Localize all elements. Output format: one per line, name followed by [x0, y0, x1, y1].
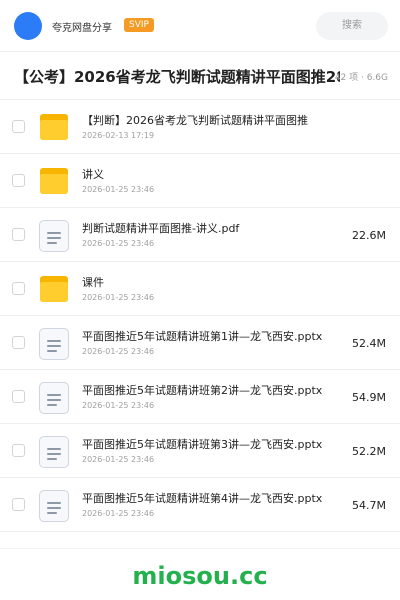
select-checkbox[interactable] — [12, 498, 25, 511]
select-checkbox[interactable] — [12, 282, 25, 295]
folder-titlebar: 【公考】2026省考龙飞判断试题精讲平面图推28 42 项 · 6.6G — [0, 52, 400, 100]
search-button[interactable]: 搜索 — [316, 12, 388, 40]
file-row[interactable]: 平面图推近5年试题精讲班第4讲—龙飞西安.pptx 2026-01-25 23:4… — [0, 478, 400, 532]
file-size: 22.6M — [352, 229, 386, 242]
file-row[interactable]: 平面图推近5年试题精讲班第3讲—龙飞西安.pptx 2026-01-25 23:4… — [0, 424, 400, 478]
folder-icon — [38, 274, 70, 306]
folder-icon — [38, 166, 70, 198]
select-checkbox[interactable] — [12, 336, 25, 349]
document-icon — [38, 490, 70, 522]
file-size: 54.9M — [352, 391, 386, 404]
file-name: 平面图推近5年试题精讲班第3讲—龙飞西安.pptx — [82, 438, 323, 451]
file-name: 平面图推近5年试题精讲班第4讲—龙飞西安.pptx — [82, 492, 323, 505]
select-checkbox[interactable] — [12, 228, 25, 241]
file-size: 52.4M — [352, 337, 386, 350]
select-checkbox[interactable] — [12, 390, 25, 403]
watermark-text: miosou.cc — [132, 562, 268, 590]
file-name: 平面图推近5年试题精讲班第1讲—龙飞西安.pptx — [82, 330, 323, 343]
file-date: 2026-01-25 23:46 — [82, 185, 155, 194]
folder-icon — [38, 112, 70, 144]
file-name: 课件 — [82, 276, 104, 289]
file-row[interactable]: 讲义 2026-01-25 23:46 — [0, 154, 400, 208]
avatar[interactable] — [14, 12, 42, 40]
svip-badge: SVIP — [124, 18, 154, 32]
file-name: 判断试题精讲平面图推-讲义.pdf — [82, 222, 240, 235]
page-title: 【公考】2026省考龙飞判断试题精讲平面图推28 — [14, 68, 340, 86]
document-icon — [38, 328, 70, 360]
brand-name: 夸克网盘分享 — [52, 23, 112, 34]
document-icon — [38, 436, 70, 468]
file-row[interactable]: 平面图推近5年试题精讲班第2讲—龙飞西安.pptx 2026-01-25 23:4… — [0, 370, 400, 424]
document-icon — [38, 382, 70, 414]
folder-meta: 42 项 · 6.6G — [334, 73, 388, 83]
file-size: 52.2M — [352, 445, 386, 458]
file-date: 2026-01-25 23:46 — [82, 401, 155, 410]
file-row[interactable]: 平面图推近5年试题精讲班第1讲—龙飞西安.pptx 2026-01-25 23:4… — [0, 316, 400, 370]
file-date: 2026-02-13 17:19 — [82, 131, 155, 140]
file-date: 2026-01-25 23:46 — [82, 455, 155, 464]
file-date: 2026-01-25 23:46 — [82, 347, 155, 356]
file-date: 2026-01-25 23:46 — [82, 239, 155, 248]
file-size: 54.7M — [352, 499, 386, 512]
select-checkbox[interactable] — [12, 174, 25, 187]
select-checkbox[interactable] — [12, 120, 25, 133]
file-name: 讲义 — [82, 168, 104, 181]
file-name: 【判断】2026省考龙飞判断试题精讲平面图推 — [82, 114, 308, 127]
app-header: 夸克网盘分享 SVIP 搜索 — [0, 0, 400, 52]
file-row[interactable]: 【判断】2026省考龙飞判断试题精讲平面图推 2026-02-13 17:19 — [0, 100, 400, 154]
file-name: 平面图推近5年试题精讲班第2讲—龙飞西安.pptx — [82, 384, 323, 397]
file-date: 2026-01-25 23:46 — [82, 293, 155, 302]
select-checkbox[interactable] — [12, 444, 25, 457]
document-icon — [38, 220, 70, 252]
file-date: 2026-01-25 23:46 — [82, 509, 155, 518]
file-row[interactable]: 判断试题精讲平面图推-讲义.pdf 2026-01-25 23:46 22.6M — [0, 208, 400, 262]
divider — [0, 548, 400, 549]
file-row[interactable]: 课件 2026-01-25 23:46 — [0, 262, 400, 316]
